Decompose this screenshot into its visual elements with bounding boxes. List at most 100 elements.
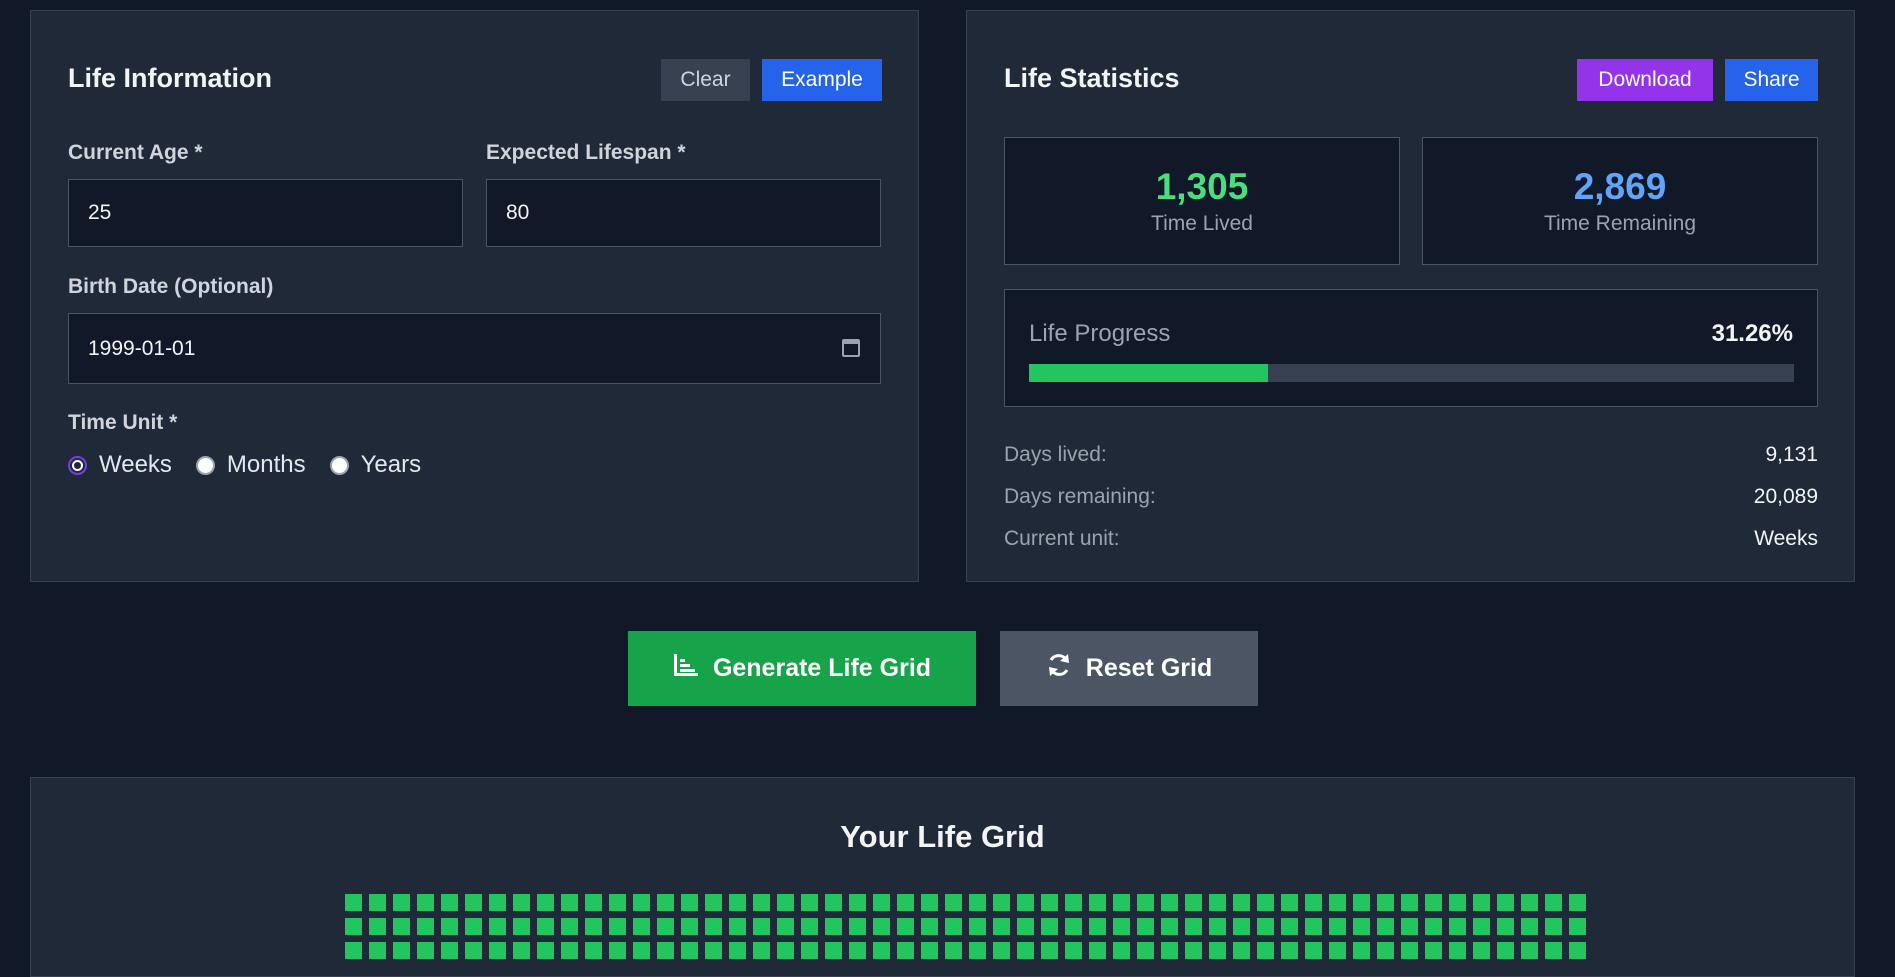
life-grid-cell: [1233, 918, 1250, 935]
life-grid-cell: [1545, 942, 1562, 959]
life-grid-cell: [753, 918, 770, 935]
life-grid-cell: [609, 918, 626, 935]
life-grid-cell: [1065, 942, 1082, 959]
life-grid-cell: [1209, 918, 1226, 935]
life-grid-cell: [753, 894, 770, 911]
life-grid-cell: [921, 894, 938, 911]
life-grid-cell: [1209, 894, 1226, 911]
life-grid-cell: [705, 918, 722, 935]
life-grid-cell: [777, 942, 794, 959]
days-remaining-value: 20,089: [1753, 485, 1818, 508]
time-unit-radio-group: Weeks Months Years: [68, 451, 445, 479]
life-grid-cell: [1425, 942, 1442, 959]
life-grid-cell: [1497, 918, 1514, 935]
life-grid-cell: [753, 942, 770, 959]
life-grid-cell: [585, 894, 602, 911]
calendar-icon[interactable]: [842, 339, 860, 357]
radio-years[interactable]: Years: [329, 451, 422, 479]
life-grid-cell: [1473, 942, 1490, 959]
life-grid-cell: [1377, 942, 1394, 959]
life-grid-cell: [1041, 942, 1058, 959]
life-grid-cell: [489, 894, 506, 911]
life-grid-cell: [633, 918, 650, 935]
life-grid-cell: [969, 942, 986, 959]
life-grid-cell: [801, 942, 818, 959]
current-unit-row: Current unit: Weeks: [1004, 527, 1818, 551]
days-lived-row: Days lived: 9,131: [1004, 443, 1818, 467]
radio-months-label: Months: [226, 451, 306, 478]
life-grid-cell: [1281, 918, 1298, 935]
life-grid-cell: [873, 918, 890, 935]
life-grid-cell: [345, 894, 362, 911]
clear-button[interactable]: Clear: [661, 59, 750, 101]
life-grid-cell: [729, 918, 746, 935]
example-button[interactable]: Example: [762, 59, 882, 101]
radio-months[interactable]: Months: [195, 451, 306, 479]
reset-grid-button[interactable]: Reset Grid: [1000, 631, 1258, 706]
download-button[interactable]: Download: [1577, 59, 1713, 101]
life-grid-cell: [489, 942, 506, 959]
life-grid-cell: [1113, 918, 1130, 935]
life-grid-cell: [1185, 918, 1202, 935]
current-age-input[interactable]: 25: [68, 179, 463, 247]
life-grid-cell: [945, 918, 962, 935]
life-grid-cell: [681, 918, 698, 935]
life-grid-cell: [945, 942, 962, 959]
life-grid-cell: [1041, 894, 1058, 911]
life-grid-cell: [1305, 894, 1322, 911]
life-grid-cell: [1425, 894, 1442, 911]
radio-years-button[interactable]: [329, 455, 349, 475]
life-grid-cell: [705, 894, 722, 911]
time-unit-label: Time Unit *: [68, 411, 178, 434]
life-grid-cell: [585, 918, 602, 935]
life-grid-cell: [1065, 894, 1082, 911]
radio-weeks-button[interactable]: [68, 455, 87, 475]
life-grid-cell: [1569, 918, 1586, 935]
life-grid-cell: [417, 918, 434, 935]
life-grid-cell: [345, 918, 362, 935]
life-grid-cell: [609, 942, 626, 959]
life-grid-cell: [993, 942, 1010, 959]
life-information-panel: Life Information Clear Example Current A…: [30, 10, 919, 582]
current-age-label: Current Age *: [68, 141, 203, 164]
life-grid-cell: [657, 942, 674, 959]
life-grid-cell: [1137, 918, 1154, 935]
expected-lifespan-input[interactable]: 80: [486, 179, 881, 247]
life-progress-label: Life Progress: [1029, 320, 1171, 347]
life-grid-cell: [1089, 942, 1106, 959]
life-grid-cell: [1473, 918, 1490, 935]
life-progress-box: Life Progress 31.26%: [1004, 289, 1818, 407]
life-grid-cell: [1353, 942, 1370, 959]
birth-date-value: 1999-01-01: [88, 336, 196, 360]
radio-months-button[interactable]: [195, 455, 215, 475]
radio-weeks[interactable]: Weeks: [68, 451, 172, 479]
life-grid-cell: [441, 894, 458, 911]
days-lived-value: 9,131: [1765, 443, 1818, 466]
radio-years-label: Years: [360, 451, 422, 478]
life-grid-cell: [1209, 942, 1226, 959]
life-grid-cell: [561, 894, 578, 911]
life-grid-cell: [537, 894, 554, 911]
life-grid-cell: [777, 894, 794, 911]
life-grid-cell: [1497, 894, 1514, 911]
share-button[interactable]: Share: [1725, 59, 1818, 101]
life-grid-cell: [825, 894, 842, 911]
life-grid-cell: [369, 942, 386, 959]
time-lived-card: 1,305 Time Lived: [1004, 137, 1400, 265]
life-grid-cell: [537, 918, 554, 935]
days-lived-key: Days lived:: [1004, 443, 1107, 466]
birth-date-input[interactable]: 1999-01-01: [68, 313, 881, 384]
life-grid-cell: [681, 942, 698, 959]
life-grid-cell: [921, 942, 938, 959]
life-grid-cell: [633, 942, 650, 959]
life-grid-cell: [465, 918, 482, 935]
life-grid-cell: [1161, 894, 1178, 911]
generate-life-grid-button[interactable]: Generate Life Grid: [628, 631, 976, 706]
life-grid-cell: [369, 894, 386, 911]
life-grid-cell: [441, 942, 458, 959]
life-progress-fill: [1029, 364, 1269, 382]
life-grid-cell: [1113, 894, 1130, 911]
life-grid-cell: [1545, 894, 1562, 911]
time-remaining-card: 2,869 Time Remaining: [1422, 137, 1818, 265]
life-grid-cell: [441, 918, 458, 935]
